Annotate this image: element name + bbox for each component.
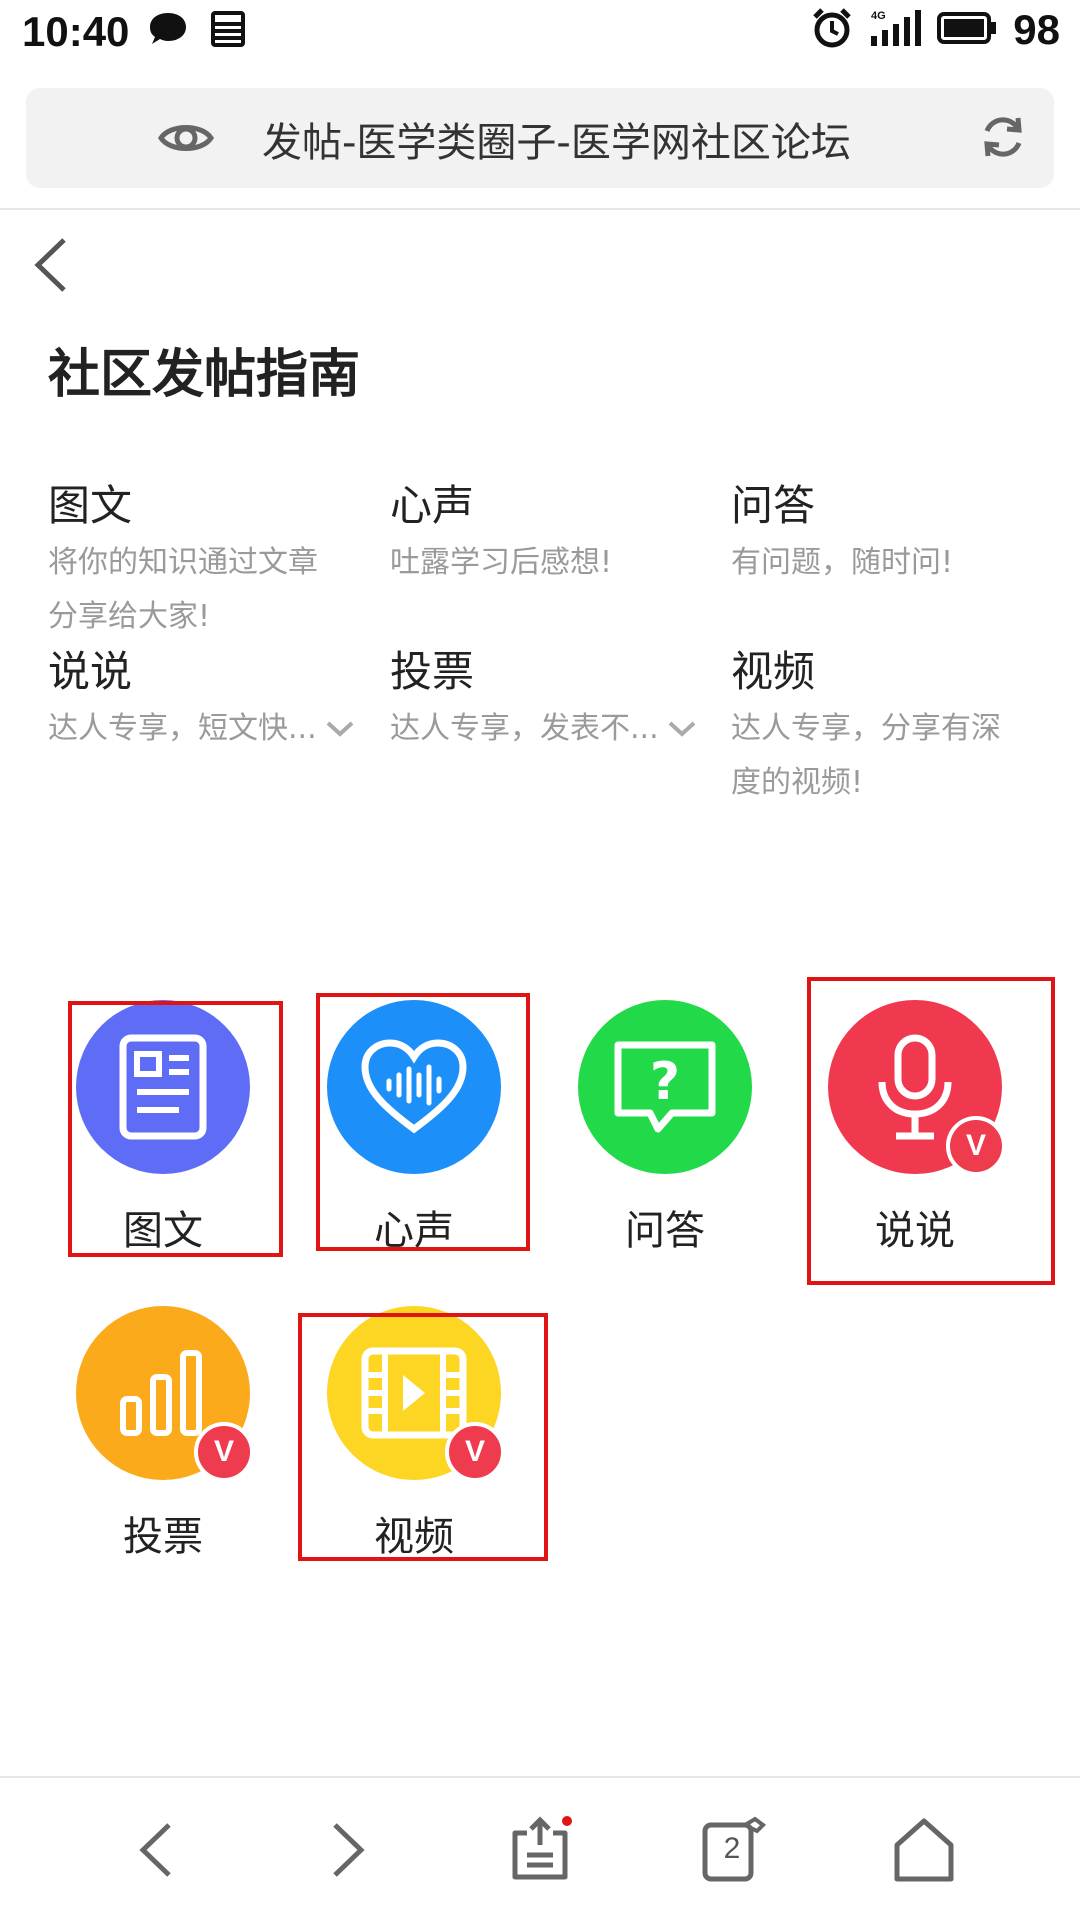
nav-back-button[interactable] bbox=[116, 1810, 196, 1890]
guide-title: 图文 bbox=[48, 481, 133, 530]
guide-desc: 达人专享，分享有深度的视频! bbox=[731, 711, 1001, 800]
notification-dot bbox=[562, 1816, 572, 1826]
guide-item-qa: 问答 有问题，随时问! bbox=[731, 478, 1051, 590]
guide-title: 投票 bbox=[390, 647, 475, 696]
battery-icon bbox=[937, 11, 997, 49]
post-type-label: 问答 bbox=[625, 1208, 705, 1254]
question-bubble-icon[interactable]: ? bbox=[578, 1000, 752, 1174]
guide-item-vote[interactable]: 投票 达人专享，发表不... bbox=[390, 644, 710, 756]
nav-forward-button[interactable] bbox=[308, 1810, 388, 1890]
guide-desc: 达人专享，短文快... bbox=[48, 711, 317, 746]
home-icon bbox=[894, 1818, 954, 1882]
chevron-left-icon bbox=[139, 1823, 171, 1877]
nav-menu-button[interactable] bbox=[500, 1810, 580, 1890]
guide-item-talk[interactable]: 说说 达人专享，短文快... bbox=[48, 644, 368, 756]
chevron-down-icon[interactable] bbox=[667, 720, 697, 738]
highlight-box bbox=[298, 1313, 548, 1561]
post-type-label: 投票 bbox=[123, 1514, 203, 1560]
page-title: 社区发帖指南 bbox=[48, 345, 361, 405]
status-time: 10:40 bbox=[22, 8, 130, 55]
guide-desc: 将你的知识通过文章分享给大家! bbox=[48, 545, 318, 634]
chevron-down-icon[interactable] bbox=[325, 720, 355, 738]
divider bbox=[0, 1776, 1080, 1778]
tabs-count: 2 bbox=[723, 1832, 741, 1865]
highlight-box bbox=[316, 993, 530, 1251]
guide-desc: 达人专享，发表不... bbox=[390, 711, 659, 746]
guide-desc: 吐露学习后感想! bbox=[390, 545, 613, 580]
post-type-qa[interactable]: ? 问答 bbox=[570, 1000, 760, 1256]
guide-title: 说说 bbox=[48, 647, 133, 696]
address-bar[interactable]: 发帖-医学类圈子-医学网社区论坛 bbox=[26, 88, 1054, 188]
guide-item-video: 视频 达人专享，分享有深度的视频! bbox=[731, 644, 1051, 810]
news-icon bbox=[210, 10, 246, 52]
post-type-vote[interactable]: V 投票 bbox=[68, 1306, 258, 1562]
battery-level: 98 bbox=[1013, 6, 1060, 53]
message-icon bbox=[148, 11, 188, 51]
vip-badge: V bbox=[194, 1422, 254, 1482]
guide-item-article: 图文 将你的知识通过文章分享给大家! bbox=[48, 478, 368, 644]
signal-icon: 4G bbox=[869, 8, 922, 52]
nav-home-button[interactable] bbox=[884, 1810, 964, 1890]
svg-text:4G: 4G bbox=[871, 10, 886, 22]
divider bbox=[0, 208, 1080, 210]
highlight-box bbox=[807, 977, 1055, 1285]
page-url-title[interactable]: 发帖-医学类圈子-医学网社区论坛 bbox=[262, 110, 851, 168]
alarm-icon bbox=[811, 7, 853, 53]
guide-desc: 有问题，随时问! bbox=[731, 545, 954, 580]
svg-text:?: ? bbox=[650, 1052, 680, 1112]
guide-item-voice: 心声 吐露学习后感想! bbox=[390, 478, 710, 590]
highlight-box bbox=[68, 1001, 283, 1257]
status-bar: 10:40 4G 98 bbox=[0, 0, 1080, 70]
guide-title: 视频 bbox=[731, 647, 816, 696]
chevron-left-icon bbox=[34, 238, 66, 292]
eye-icon[interactable] bbox=[158, 112, 214, 168]
guide-title: 心声 bbox=[390, 481, 475, 530]
share-tray-icon bbox=[512, 1816, 572, 1880]
refresh-icon[interactable] bbox=[978, 112, 1028, 166]
nav-tabs-button[interactable]: 2 bbox=[692, 1810, 772, 1890]
back-button[interactable] bbox=[28, 234, 76, 296]
bar-chart-icon[interactable]: V bbox=[76, 1306, 254, 1482]
chevron-right-icon bbox=[333, 1823, 365, 1877]
guide-title: 问答 bbox=[731, 481, 816, 530]
